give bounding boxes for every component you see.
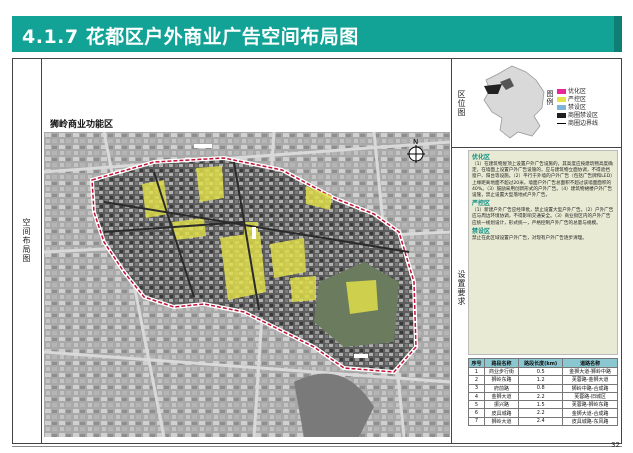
table-cell: 金狮大道-狮岭中路 [562, 366, 618, 377]
section-text-optimize: （1）在建筑物屋顶上设置户外广告设施的，其高度应按建筑物高度确定，在墙面上设置户… [472, 162, 613, 199]
table-cell: 3 [468, 383, 485, 393]
page-header: 4.1.7 花都区户外商业广告空间布局图 [12, 16, 622, 52]
legend-item-commercial-banned: 商圈禁设区 [557, 112, 598, 120]
header-accent [614, 16, 622, 52]
table-cell: 振兴路 [483, 400, 520, 410]
table-cell: 芙蓉路-狮岭东路 [562, 400, 618, 410]
footer-line [12, 446, 622, 447]
table-cell: 2 [468, 375, 485, 385]
section-title-banned: 禁设区 [472, 227, 491, 235]
page-title: 4.1.7 花都区户外商业广告空间布局图 [22, 26, 359, 48]
legend-item-optimize: 优化区 [557, 88, 598, 96]
left-sidebar: 空间布局图 [12, 58, 42, 444]
table-cell: 4 [468, 391, 485, 402]
col-header: 路段名称 [483, 358, 520, 368]
legend-item-boundary: 商圈边界线 [557, 120, 598, 128]
zone-title: 狮岭商业功能区 [50, 120, 114, 130]
table-cell: 狮岭大道 [483, 416, 520, 427]
table-cell: 1.2 [518, 375, 564, 385]
table-cell: 1 [468, 366, 485, 377]
page-number: 32 [611, 441, 620, 449]
legend-item-controlled: 严控区 [557, 96, 598, 104]
table-cell: 商业步行街 [483, 366, 520, 377]
section-text-controlled: （1）新建户外广告应经审批，禁止设置大型户外广告。（2）户外广告应与周边环境协调… [472, 208, 614, 226]
col-header: 道路名称 [562, 358, 618, 368]
table-cell: 0.8 [518, 383, 564, 393]
table-cell: 皮具城路 [483, 408, 520, 418]
legend-label: 图例 [546, 90, 554, 106]
table-cell: 狮岭中路-合成路 [562, 383, 618, 393]
table-cell: 0.5 [518, 366, 564, 377]
section-text-banned: 禁止在此区域设置户外广告，对现有户外广告逐步清理。 [472, 235, 587, 241]
table-cell: 芙蓉路-金狮大道 [562, 375, 618, 385]
legend-item-banned: 禁设区 [557, 104, 598, 112]
section-title-optimize: 优化区 [472, 154, 491, 161]
table-cell: 皮具城路-东风路 [562, 416, 618, 427]
table-row: 2 狮岭东路 1.2 芙蓉路-金狮大道 [468, 375, 618, 385]
layout-label: 空间布局图 [22, 218, 31, 263]
road-table: 序号 路段名称 路段长度(km) 道路名称 1 商业步行街 0.5 金狮大道-狮岭中路… [468, 358, 618, 427]
table-cell: 2.4 [518, 416, 564, 427]
aerial-map[interactable]: N [44, 132, 450, 437]
setting-label: 设置要求 [457, 270, 466, 306]
table-row: 6 皮具城路 2.2 金狮大道-合成路 [468, 408, 618, 418]
table-cell: 6 [468, 408, 485, 418]
location-label: 区位图 [457, 90, 466, 117]
table-cell: 5 [468, 400, 485, 410]
table-cell: 金狮大道 [483, 391, 520, 402]
table-cell: 2.2 [518, 391, 564, 402]
table-row: 5 振兴路 1.5 芙蓉路-狮岭东路 [468, 400, 618, 410]
requirements-box: 优化区 （1）在建筑物屋顶上设置户外广告设施的，其高度应按建筑物高度确定，在墙面… [468, 150, 618, 355]
table-header-row: 序号 路段名称 路段长度(km) 道路名称 [468, 358, 618, 368]
table-cell: 7 [468, 416, 485, 427]
table-cell: 府前路 [483, 383, 520, 393]
table-cell: 芙蓉路-旧城区 [562, 391, 618, 402]
col-header: 序号 [468, 358, 485, 368]
table-cell: 金狮大道-合成路 [562, 408, 618, 418]
table-row: 7 狮岭大道 2.4 皮具城路-东风路 [468, 416, 618, 427]
svg-text:N: N [413, 138, 418, 146]
table-cell: 1.5 [518, 400, 564, 410]
table-cell: 狮岭东路 [483, 375, 520, 385]
col-header: 路段长度(km) [518, 358, 564, 368]
map-svg: N [44, 132, 450, 437]
table-row: 4 金狮大道 2.2 芙蓉路-旧城区 [468, 391, 618, 402]
table-row: 3 府前路 0.8 狮岭中路-合成路 [468, 383, 618, 393]
table-cell: 2.2 [518, 408, 564, 418]
legend: 优化区 严控区 禁设区 商圈禁设区 商圈边界线 [557, 88, 598, 128]
location-map [483, 65, 545, 139]
table-row: 1 商业步行街 0.5 金狮大道-狮岭中路 [468, 366, 618, 377]
